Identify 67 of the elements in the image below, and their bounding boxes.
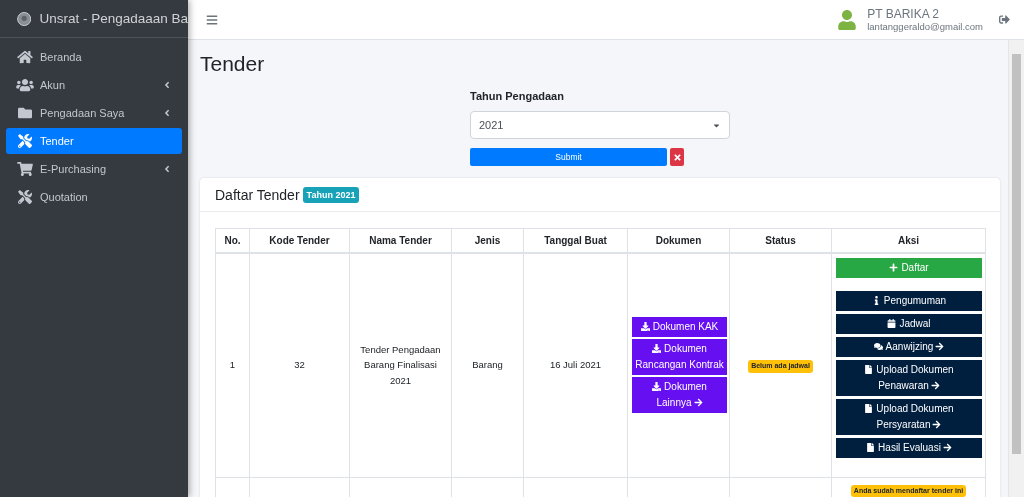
page-title: Tender — [200, 52, 266, 76]
column-header: Tanggal Buat — [523, 228, 628, 253]
table-cell: 1 — [215, 252, 250, 478]
year-badge: Tahun 2021 — [302, 186, 360, 203]
menu-icon[interactable] — [206, 13, 218, 26]
scrollbar-thumb[interactable] — [1012, 54, 1021, 454]
file-icon — [866, 442, 876, 452]
download-icon — [652, 382, 662, 392]
submit-button[interactable]: Submit — [470, 148, 667, 166]
column-header: Status — [729, 228, 832, 253]
arrow-right-icon — [942, 442, 952, 452]
arrow-right-icon — [930, 380, 940, 390]
chevron-icon — [162, 80, 172, 90]
sidebar-item[interactable]: Tender — [6, 128, 182, 154]
column-header: Dokumen — [627, 228, 730, 253]
card-title: Daftar Tender — [215, 186, 300, 203]
user-avatar-icon — [837, 9, 858, 30]
cart-icon — [16, 162, 34, 176]
file-icon — [864, 403, 874, 413]
file-icon — [864, 364, 874, 374]
sidebar-item[interactable]: Pengadaan Saya — [6, 100, 182, 126]
plus-icon — [889, 262, 899, 272]
column-header: Kode Tender — [249, 228, 350, 253]
action-button[interactable]: Aanwijzing — [836, 336, 982, 357]
chat-icon — [873, 341, 883, 351]
chevron-icon — [162, 108, 172, 118]
sidebar-item[interactable]: Akun — [6, 72, 182, 98]
document-download-button[interactable]: Dokumen Rancangan Kontrak — [632, 339, 727, 376]
action-button[interactable]: Jadwal — [836, 313, 982, 334]
user-email: lantanggeraldo@gmail.com — [867, 21, 983, 32]
column-header: Nama Tender — [349, 228, 452, 253]
sidebar-item[interactable]: Beranda — [6, 44, 182, 70]
arrow-right-icon — [935, 341, 945, 351]
action-button[interactable]: Pengumuman — [836, 290, 982, 311]
action-button[interactable]: Upload Dokumen Persyaratan — [836, 398, 982, 435]
sidebar-item[interactable]: Quotation — [6, 184, 182, 210]
column-header: Jenis — [451, 228, 524, 253]
clear-button[interactable] — [670, 148, 684, 166]
home-icon — [16, 50, 34, 64]
field-label: Tahun Pengadaan — [470, 90, 565, 102]
download-icon — [640, 322, 650, 332]
tools-icon — [16, 190, 34, 204]
table-cell: Tender Pengadaan Barang Finalisasi 2021 — [349, 252, 452, 478]
users-icon — [16, 78, 34, 92]
action-button[interactable]: Upload Dokumen Penawaran — [836, 359, 982, 396]
chevron-icon — [162, 164, 172, 174]
calendar-icon — [887, 318, 897, 328]
logout-icon[interactable] — [999, 14, 1010, 25]
sidebar-item[interactable]: E-Purchasing — [6, 156, 182, 182]
table-cell: Barang — [451, 252, 524, 478]
app-title: Unsrat - Pengadaaan Ba — [39, 11, 188, 26]
download-icon — [652, 344, 662, 354]
arrow-right-icon — [932, 419, 942, 429]
document-download-button[interactable]: Dokumen KAK — [632, 317, 727, 338]
folder-icon — [16, 106, 34, 120]
table-cell: 32 — [249, 252, 350, 478]
action-button[interactable]: Hasil Evaluasi — [836, 437, 982, 458]
user-name: PT BARIKA 2 — [867, 7, 940, 21]
document-download-button[interactable]: Dokumen Lainnya — [632, 377, 727, 414]
tools-icon — [16, 134, 34, 148]
arrow-right-icon — [693, 398, 703, 408]
close-icon — [672, 152, 682, 162]
scrollbar[interactable] — [1008, 40, 1024, 497]
table-cell: 16 Juli 2021 — [523, 252, 628, 478]
column-header: No. — [215, 228, 250, 253]
year-select[interactable]: 2021 — [470, 111, 730, 139]
column-header: Aksi — [831, 228, 986, 253]
